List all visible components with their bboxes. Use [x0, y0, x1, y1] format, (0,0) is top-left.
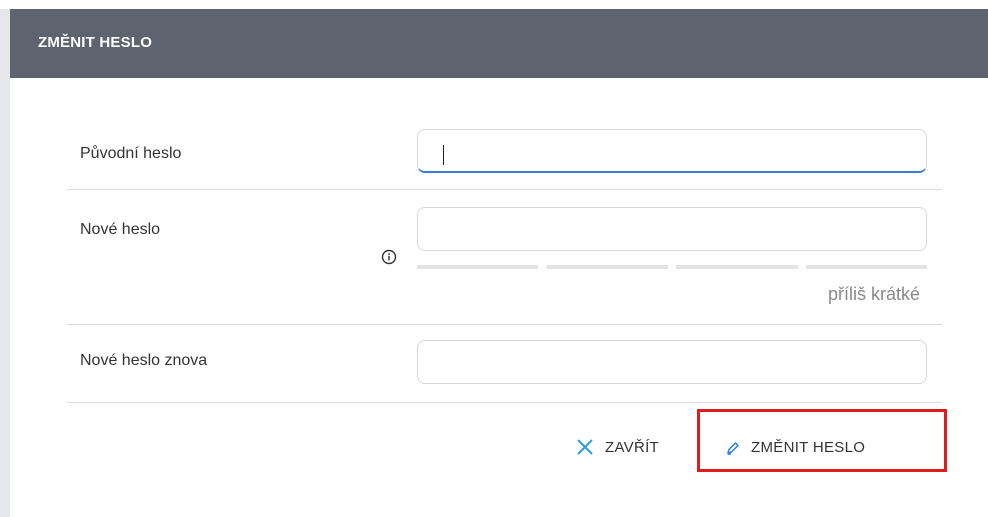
strength-meter-segment: [806, 265, 927, 269]
row-divider: [67, 189, 942, 190]
info-circle-icon[interactable]: [381, 249, 397, 265]
original-password-label: Původní heslo: [80, 145, 182, 162]
screen: ZMĚNIT HESLO Původní heslo Nové heslo př…: [0, 0, 988, 517]
change-password-dialog: ZMĚNIT HESLO Původní heslo Nové heslo př…: [10, 9, 988, 517]
row-divider: [67, 402, 942, 403]
new-password-input[interactable]: [417, 207, 927, 251]
strength-meter-segment: [676, 265, 798, 269]
change-password-button[interactable]: ZMĚNIT HESLO: [725, 439, 865, 456]
row-divider: [67, 324, 942, 325]
close-button-label: ZAVŘÍT: [605, 438, 660, 456]
new-password-label: Nové heslo: [80, 221, 161, 238]
close-button[interactable]: ZAVŘÍT: [575, 437, 659, 457]
change-password-button-label: ZMĚNIT HESLO: [751, 439, 866, 456]
strength-meter-segment: [417, 265, 538, 269]
dialog-header: ZMĚNIT HESLO: [10, 9, 988, 78]
original-password-input[interactable]: [417, 129, 927, 173]
text-caret: [443, 145, 444, 165]
backdrop-edge: [0, 9, 10, 517]
new-password-again-input[interactable]: [417, 340, 927, 384]
dialog-title: ZMĚNIT HESLO: [38, 34, 153, 51]
strength-meter-segment: [547, 265, 668, 269]
new-password-again-label: Nové heslo znova: [80, 352, 208, 369]
password-strength-text: příliš krátké: [827, 284, 920, 304]
close-x-icon: [575, 437, 595, 457]
pencil-icon: [725, 440, 741, 456]
